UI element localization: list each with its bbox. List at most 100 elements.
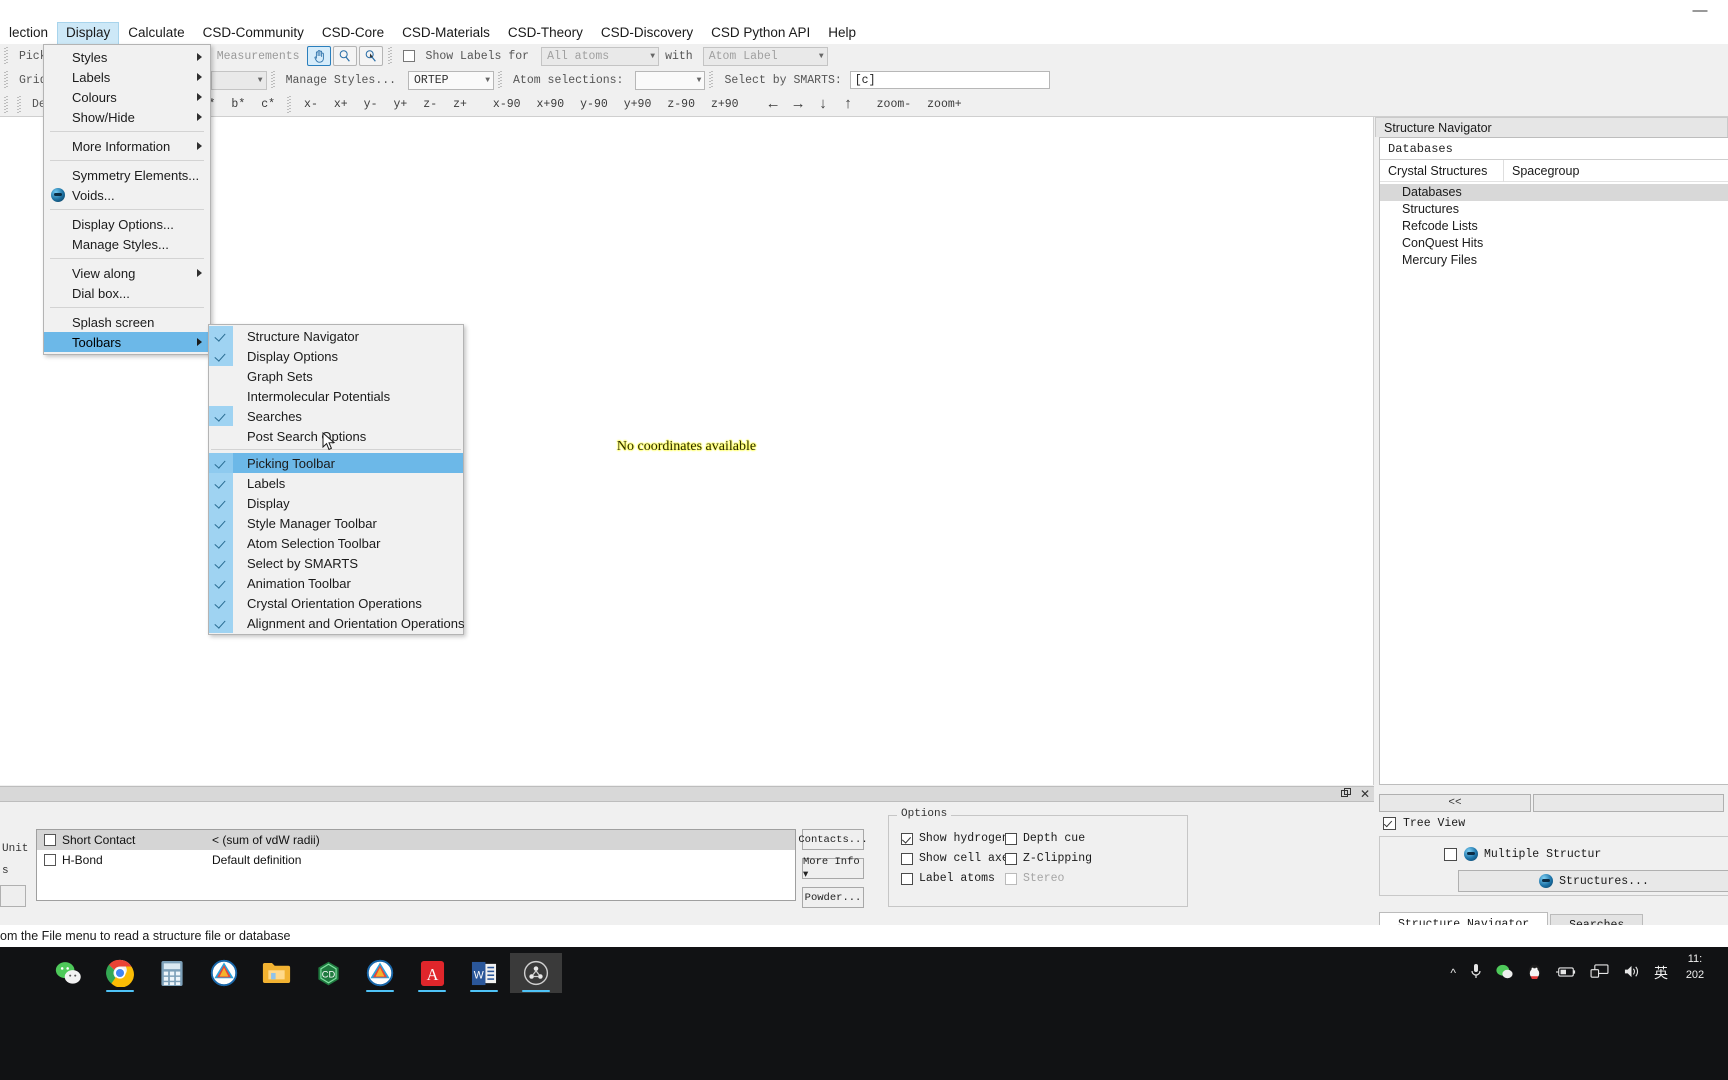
- option-show-hydrogens[interactable]: Show hydrogens: [901, 832, 1016, 845]
- arrow-right-icon[interactable]: →: [786, 96, 811, 113]
- rotate-x-plus[interactable]: x+: [326, 98, 356, 111]
- toolbar-grip[interactable]: [3, 47, 10, 65]
- submenu-item-graph-sets[interactable]: Graph Sets: [209, 366, 463, 386]
- contacts-button[interactable]: Contacts...: [798, 829, 868, 850]
- collapse-button-2[interactable]: [1533, 794, 1724, 812]
- submenu-item-intermolecular-potentials[interactable]: Intermolecular Potentials: [209, 386, 463, 406]
- menu-item-csd-core[interactable]: CSD-Core: [313, 22, 393, 44]
- toolbar-grip-7[interactable]: [3, 95, 10, 114]
- rotate-y-plus-90[interactable]: y+90: [616, 98, 660, 111]
- table-row[interactable]: H-Bond Default definition: [37, 850, 795, 870]
- axis-button-b-star[interactable]: b*: [223, 98, 253, 111]
- submenu-item-alignment-and-orientation-operations[interactable]: Alignment and Orientation Operations: [209, 613, 465, 633]
- qq-tray-icon[interactable]: [1527, 963, 1542, 983]
- menu-item-more-information[interactable]: More Information: [44, 136, 210, 156]
- arrow-down-icon[interactable]: ↓: [811, 96, 836, 113]
- tree-view-checkbox[interactable]: [1383, 817, 1396, 830]
- rotate-y-minus[interactable]: y-: [356, 98, 386, 111]
- submenu-item-structure-navigator[interactable]: Structure Navigator: [209, 326, 463, 346]
- menu-item-colours[interactable]: Colours: [44, 87, 210, 107]
- menu-item-dial-box[interactable]: Dial box...: [44, 283, 210, 303]
- rotate-x-plus-90[interactable]: x+90: [529, 98, 573, 111]
- menu-item-splash-screen[interactable]: Splash screen: [44, 312, 210, 332]
- taskbar-file-explorer-icon[interactable]: [250, 953, 302, 993]
- panel-splitter-bar[interactable]: [0, 786, 1374, 802]
- column-crystal-structures[interactable]: Crystal Structures: [1380, 159, 1504, 182]
- wechat-tray-icon[interactable]: [1496, 964, 1513, 982]
- column-spacegroup[interactable]: Spacegroup: [1504, 160, 1624, 182]
- toolbar-grip-8[interactable]: [16, 95, 23, 114]
- style-select[interactable]: ORTEP ▼: [408, 70, 495, 90]
- rotate-y-plus[interactable]: y+: [385, 98, 415, 111]
- close-panel-icon[interactable]: ✕: [1360, 788, 1370, 800]
- hbond-checkbox[interactable]: [44, 854, 56, 866]
- zoom-in-button[interactable]: zoom+: [919, 98, 970, 111]
- show-labels-for-select[interactable]: All atoms ▼: [541, 46, 660, 66]
- short-contact-checkbox[interactable]: [44, 834, 56, 846]
- microphone-icon[interactable]: [1470, 963, 1482, 983]
- atom-selections-select[interactable]: ▼: [635, 70, 706, 90]
- chevron-up-icon[interactable]: ^: [1450, 966, 1456, 980]
- menu-item-selection[interactable]: lection: [0, 22, 57, 44]
- taskbar-clock[interactable]: 11: 202: [1668, 951, 1722, 983]
- submenu-item-crystal-orientation-operations[interactable]: Crystal Orientation Operations: [209, 593, 463, 613]
- taskbar-mercury-icon[interactable]: [198, 953, 250, 993]
- option-z-clipping[interactable]: Z-Clipping: [1005, 852, 1092, 865]
- list-item-refcode-lists[interactable]: Refcode Lists: [1380, 218, 1728, 235]
- atom-label-select[interactable]: Atom Label ▼: [702, 46, 828, 66]
- taskbar-calculator-icon[interactable]: [146, 953, 198, 993]
- toolbar-grip-4[interactable]: [269, 71, 277, 89]
- rotate-z-plus[interactable]: z+: [445, 98, 475, 111]
- rotate-z-minus[interactable]: z-: [415, 98, 445, 111]
- menu-item-styles[interactable]: Styles: [44, 47, 210, 67]
- menu-item-view-along[interactable]: View along: [44, 263, 210, 283]
- submenu-item-post-search-options[interactable]: Post Search Options: [209, 426, 463, 446]
- taskbar-mercury2-icon[interactable]: [354, 953, 406, 993]
- float-panel-icon[interactable]: [1340, 787, 1351, 801]
- menu-item-labels[interactable]: Labels: [44, 67, 210, 87]
- network-icon[interactable]: [1590, 964, 1609, 982]
- z-clipping-checkbox[interactable]: [1005, 852, 1017, 865]
- zoom-out-button[interactable]: zoom-: [861, 98, 920, 111]
- menu-item-symmetry-elements[interactable]: Symmetry Elements...: [44, 165, 210, 185]
- volume-icon[interactable]: [1623, 964, 1640, 982]
- show-hydrogens-checkbox[interactable]: [901, 832, 913, 845]
- option-label-atoms[interactable]: Label atoms: [901, 872, 995, 885]
- toolbar-grip-5[interactable]: [497, 71, 505, 89]
- taskbar-acrobat-icon[interactable]: A: [406, 953, 458, 993]
- tree-view-toggle[interactable]: Tree View: [1383, 817, 1465, 830]
- menu-item-display-options[interactable]: Display Options...: [44, 214, 210, 234]
- menu-item-csd-python-api[interactable]: CSD Python API: [702, 22, 819, 44]
- submenu-item-display[interactable]: Display: [209, 493, 463, 513]
- menu-item-toolbars[interactable]: Toolbars: [44, 332, 210, 352]
- list-item-databases[interactable]: Databases: [1380, 184, 1728, 201]
- show-cell-axes-checkbox[interactable]: [901, 852, 913, 865]
- menu-item-help[interactable]: Help: [819, 22, 865, 44]
- submenu-item-searches[interactable]: Searches: [209, 406, 463, 426]
- table-row[interactable]: Short Contact < (sum of vdW radii): [37, 830, 795, 850]
- menu-item-csd-discovery[interactable]: CSD-Discovery: [592, 22, 702, 44]
- depth-cue-checkbox[interactable]: [1005, 832, 1017, 845]
- arrow-up-icon[interactable]: ↑: [836, 96, 861, 113]
- toolbar-grip-2[interactable]: [386, 47, 394, 65]
- rotate-x-minus[interactable]: x-: [296, 98, 326, 111]
- menu-item-manage-styles[interactable]: Manage Styles...: [44, 234, 210, 254]
- hand-icon[interactable]: [306, 46, 331, 66]
- toolbar-grip-6[interactable]: [708, 71, 716, 89]
- menu-item-csd-materials[interactable]: CSD-Materials: [393, 22, 499, 44]
- submenu-item-labels[interactable]: Labels: [209, 473, 463, 493]
- powder-button[interactable]: Powder...: [802, 887, 864, 908]
- pick-magnifier-icon[interactable]: [358, 46, 383, 66]
- collapse-button[interactable]: <<: [1379, 794, 1531, 812]
- more-info-button[interactable]: More Info ▾: [802, 856, 864, 881]
- magnifier-icon[interactable]: [332, 46, 357, 66]
- toolbar-grip-3[interactable]: [3, 71, 10, 89]
- option-depth-cue[interactable]: Depth cue: [1005, 832, 1085, 845]
- smarts-input[interactable]: [c]: [849, 71, 1050, 89]
- left-stub-button[interactable]: [0, 885, 26, 907]
- ime-icon[interactable]: 英: [1654, 963, 1668, 983]
- list-item-mercury-files[interactable]: Mercury Files: [1380, 252, 1728, 269]
- submenu-item-display-options[interactable]: Display Options: [209, 346, 463, 366]
- taskbar-wechat-icon[interactable]: [42, 953, 94, 993]
- menu-item-csd-theory[interactable]: CSD-Theory: [499, 22, 592, 44]
